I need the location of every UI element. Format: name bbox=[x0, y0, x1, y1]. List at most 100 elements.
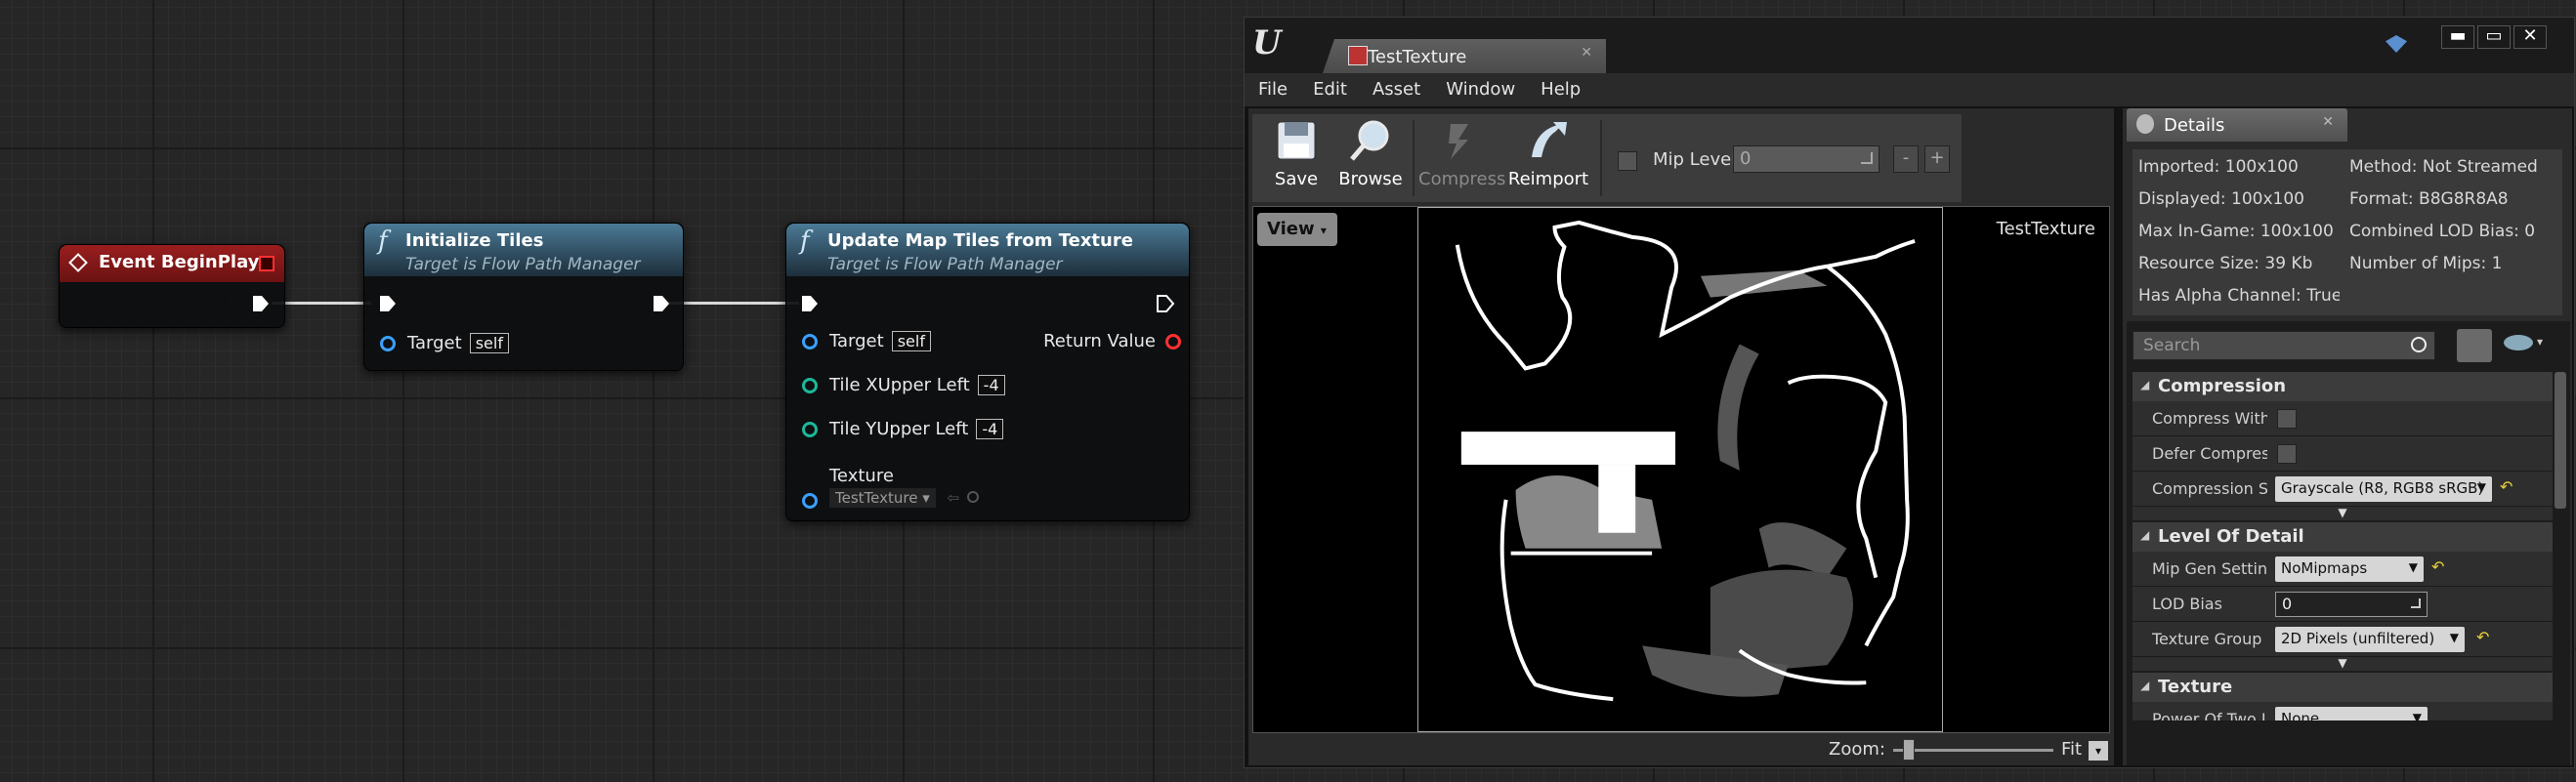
menu-file[interactable]: File bbox=[1258, 73, 1288, 106]
texture-group-dropdown[interactable]: 2D Pixels (unfiltered) ▼ bbox=[2275, 627, 2465, 652]
target-pin-row[interactable]: Target self bbox=[380, 333, 509, 353]
advanced-expander[interactable]: ▼ bbox=[2133, 507, 2553, 520]
combo-value: 2D Pixels (unfiltered) bbox=[2281, 630, 2435, 647]
view-options-eye-icon[interactable] bbox=[2504, 335, 2533, 350]
document-tab[interactable]: TestTexture ✕ bbox=[1323, 39, 1606, 73]
defer-compression-checkbox[interactable] bbox=[2277, 444, 2297, 464]
event-beginplay-node[interactable]: Event BeginPlay bbox=[59, 244, 285, 328]
zoom-slider-track[interactable] bbox=[1893, 749, 2053, 752]
tile-x-pin[interactable] bbox=[802, 377, 818, 393]
initialize-tiles-node[interactable]: f Initialize Tiles Target is Flow Path M… bbox=[363, 223, 684, 371]
details-tab[interactable]: Details ✕ bbox=[2127, 108, 2347, 142]
category-compression[interactable]: ◢ Compression bbox=[2133, 372, 2553, 401]
source-control-icon[interactable] bbox=[2386, 35, 2407, 53]
tile-x-value[interactable]: -4 bbox=[977, 375, 1005, 395]
target-pin[interactable] bbox=[802, 333, 818, 350]
mip-level-checkbox[interactable] bbox=[1618, 151, 1637, 171]
delegate-pin-icon[interactable] bbox=[259, 256, 274, 271]
details-search-input[interactable]: Search bbox=[2133, 331, 2435, 360]
tile-y-pin-row[interactable]: Tile YUpper Left -4 bbox=[802, 419, 1004, 439]
update-map-tiles-header: f Update Map Tiles from Texture Target i… bbox=[786, 224, 1189, 276]
initialize-tiles-subtitle: Target is Flow Path Manager bbox=[405, 255, 641, 274]
browse-search-icon[interactable] bbox=[966, 490, 979, 503]
mip-level-input[interactable]: 0 bbox=[1733, 145, 1879, 173]
browse-button[interactable]: Browse bbox=[1334, 118, 1407, 198]
maximize-button[interactable]: ▭ bbox=[2477, 25, 2511, 49]
reimport-button[interactable]: Reimport bbox=[1506, 118, 1590, 198]
menu-help[interactable]: Help bbox=[1541, 73, 1581, 106]
property-matrix-button[interactable] bbox=[2457, 329, 2492, 362]
mip-increment-button[interactable]: + bbox=[1924, 145, 1950, 173]
reset-to-default-icon[interactable]: ↶ bbox=[2476, 628, 2489, 646]
category-lod-label: Level Of Detail bbox=[2158, 526, 2304, 547]
collapse-triangle-icon: ◢ bbox=[2140, 378, 2150, 391]
function-icon: f bbox=[800, 226, 810, 256]
return-value-pin[interactable] bbox=[1165, 333, 1181, 350]
close-tab-icon[interactable]: ✕ bbox=[1581, 45, 1592, 61]
power-of-two-dropdown[interactable]: None ▼ bbox=[2275, 707, 2428, 721]
mip-level-label: Mip Level: bbox=[1653, 149, 1743, 170]
reset-to-default-icon[interactable]: ↶ bbox=[2500, 477, 2513, 496]
spin-drag-icon bbox=[1861, 152, 1873, 164]
exec-in-pin[interactable] bbox=[800, 294, 820, 313]
toolbar-separator bbox=[1600, 120, 1602, 196]
save-button[interactable]: Save bbox=[1260, 118, 1332, 198]
reimport-icon bbox=[1526, 118, 1571, 163]
compress-without-alpha-checkbox[interactable] bbox=[2277, 409, 2297, 429]
texture-pin-row[interactable]: Texture TestTexture ▾ ⇦ bbox=[802, 464, 979, 509]
menu-edit[interactable]: Edit bbox=[1313, 73, 1347, 106]
target-label: Target bbox=[407, 333, 462, 353]
info-method: Method: Not Streamed bbox=[2349, 157, 2538, 177]
info-displayed: Displayed: 100x100 bbox=[2138, 189, 2304, 209]
update-map-tiles-node[interactable]: f Update Map Tiles from Texture Target i… bbox=[785, 223, 1190, 521]
menu-asset[interactable]: Asset bbox=[1372, 73, 1420, 106]
category-level-of-detail[interactable]: ◢ Level Of Detail bbox=[2133, 522, 2553, 552]
compress-button[interactable]: Compress bbox=[1418, 118, 1505, 198]
texture-pin[interactable] bbox=[802, 493, 818, 509]
tile-x-pin-row[interactable]: Tile XUpper Left -4 bbox=[802, 375, 1005, 395]
lod-bias-input[interactable]: 0 bbox=[2275, 592, 2428, 617]
blueprint-graph[interactable]: Event BeginPlay f Initialize Tiles Targe… bbox=[0, 0, 1241, 782]
exec-in-pin[interactable] bbox=[378, 294, 398, 313]
tile-y-label: Tile YUpper Left bbox=[829, 419, 969, 439]
texture-asset-picker[interactable]: TestTexture ▾ bbox=[829, 487, 936, 508]
combo-value: None bbox=[2281, 710, 2320, 721]
reset-to-default-icon[interactable]: ↶ bbox=[2431, 557, 2444, 576]
exec-wire-2 bbox=[668, 302, 799, 305]
tile-y-value[interactable]: -4 bbox=[976, 419, 1004, 439]
target-value: self bbox=[891, 331, 931, 351]
target-label: Target bbox=[829, 331, 884, 351]
return-value-pin-row[interactable]: Return Value bbox=[1043, 331, 1181, 351]
prop-label: Compress With bbox=[2152, 409, 2267, 428]
exec-out-pin[interactable] bbox=[1156, 294, 1175, 313]
browse-magnifier-icon bbox=[1348, 118, 1393, 163]
view-options-button[interactable]: View ▾ bbox=[1257, 213, 1337, 246]
texture-editor-window[interactable]: U TestTexture ✕ ▬ ▭ ✕ File Edit Asset Wi… bbox=[1244, 17, 2575, 768]
zoom-dropdown-button[interactable]: ▾ bbox=[2089, 741, 2108, 761]
category-texture[interactable]: ◢ Texture bbox=[2133, 673, 2553, 702]
close-tab-icon[interactable]: ✕ bbox=[2322, 114, 2334, 130]
mip-decrement-button[interactable]: - bbox=[1893, 145, 1919, 173]
zoom-fit-label: Fit bbox=[2061, 739, 2083, 760]
tile-y-pin[interactable] bbox=[802, 421, 818, 437]
exec-out-pin[interactable] bbox=[251, 294, 271, 313]
view-button-label: View bbox=[1267, 219, 1315, 239]
chevron-down-icon: ▼ bbox=[2408, 560, 2418, 574]
menu-window[interactable]: Window bbox=[1446, 73, 1515, 106]
mip-gen-settings-dropdown[interactable]: NoMipmaps ▼ bbox=[2275, 556, 2424, 582]
texture-viewport[interactable]: View ▾ TestTexture bbox=[1252, 206, 2110, 733]
exec-out-pin[interactable] bbox=[652, 294, 671, 313]
minimize-button[interactable]: ▬ bbox=[2441, 25, 2474, 49]
use-selected-arrow-icon[interactable]: ⇦ bbox=[948, 489, 960, 507]
target-pin-row[interactable]: Target self bbox=[802, 331, 931, 351]
prop-label: Power Of Two I bbox=[2152, 710, 2266, 721]
details-info-icon bbox=[2136, 114, 2154, 134]
target-pin[interactable] bbox=[380, 335, 396, 351]
close-window-button[interactable]: ✕ bbox=[2513, 25, 2547, 49]
advanced-expander[interactable]: ▼ bbox=[2133, 657, 2553, 671]
compression-settings-dropdown[interactable]: Grayscale (R8, RGB8 sRGB) ▼ bbox=[2275, 476, 2492, 502]
info-lod-bias: Combined LOD Bias: 0 bbox=[2349, 222, 2536, 241]
details-scrollbar[interactable] bbox=[2555, 372, 2566, 509]
window-title-bar[interactable]: U TestTexture ✕ ▬ ▭ ✕ bbox=[1245, 18, 2574, 73]
zoom-slider-thumb[interactable] bbox=[1903, 739, 1915, 761]
